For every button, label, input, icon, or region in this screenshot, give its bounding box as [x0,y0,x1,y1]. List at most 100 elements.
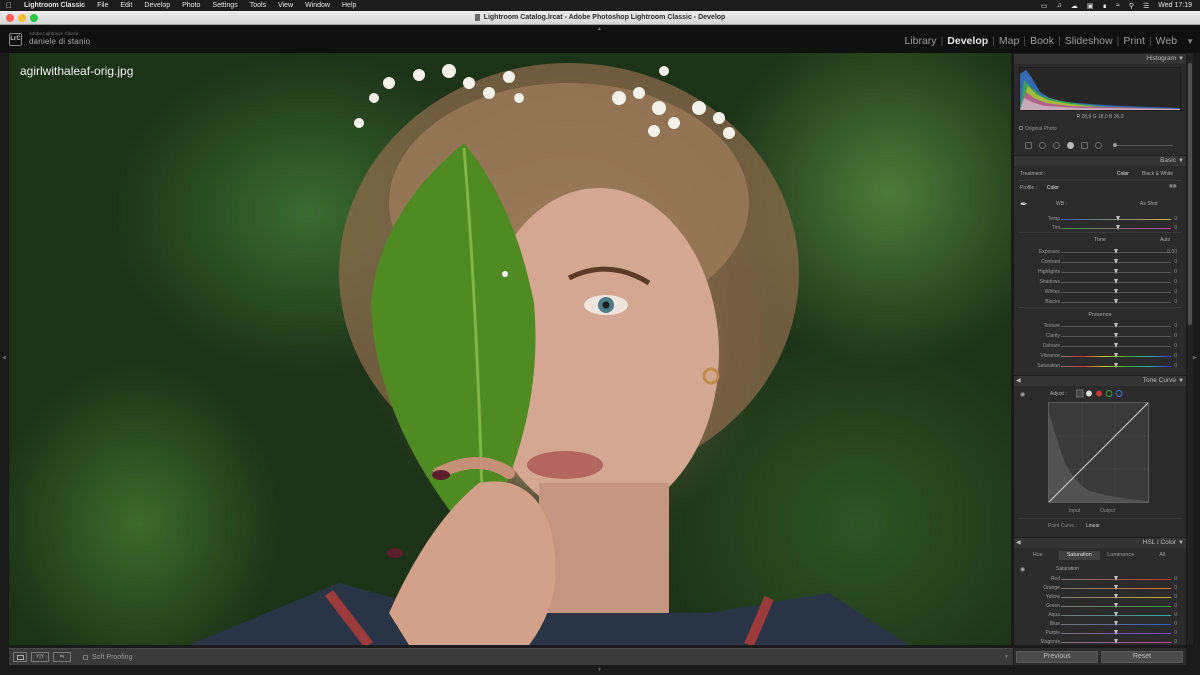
slider-knob[interactable] [1113,594,1118,599]
tone-curve-left-icon[interactable]: ◀ [1016,376,1021,386]
slider-value[interactable]: 0 [1174,343,1177,349]
slider-knob[interactable] [1113,249,1118,254]
toolbar-options-icon[interactable]: ▼ [1004,654,1009,660]
hsl-header[interactable]: ◀ HSL / Color ▼ [1014,537,1186,548]
slider-knob[interactable] [1115,225,1120,230]
slider-contrast[interactable]: Contrast 0 [1014,258,1186,266]
search-icon[interactable]: ⚲ [1129,2,1134,10]
module-library[interactable]: Library [901,35,939,47]
soft-proofing-checkbox[interactable] [83,654,88,660]
basic-header[interactable]: Basic ▼ [1014,155,1186,166]
slider-yellow[interactable]: Yellow 0 [1014,593,1186,601]
slider-value[interactable]: 0 [1174,621,1177,627]
slider-value[interactable]: 0 [1174,289,1177,295]
menu-help[interactable]: Help [336,2,362,9]
slider-knob[interactable] [1113,612,1118,617]
slider-value[interactable]: 0 [1174,639,1177,645]
wb-value[interactable]: As Shot [1140,201,1158,207]
left-panel-collapse-icon[interactable]: ◀ [2,355,6,361]
slider-blue[interactable]: Blue 0 [1014,620,1186,628]
slider-value[interactable]: 0 [1174,585,1177,591]
slider-knob[interactable] [1113,363,1118,368]
tone-curve-graph[interactable] [1048,402,1149,503]
slider-value[interactable]: 0 [1174,612,1177,618]
volume-icon[interactable]: ♫ [1057,2,1062,9]
slider-vibrance[interactable]: Vibrance 0 [1014,352,1186,360]
zoom-window-button[interactable] [30,14,38,22]
auto-tone-button[interactable]: Auto [1160,237,1170,243]
original-photo-toggle[interactable]: Original Photo [1019,126,1057,132]
slider-highlights[interactable]: Highlights 0 [1014,268,1186,276]
menu-file[interactable]: File [91,2,114,9]
slider-magenta[interactable]: Magenta 0 [1014,638,1186,645]
slider-dehaze[interactable]: Dehaze 0 [1014,342,1186,350]
photo-canvas[interactable]: agirlwithaleaf-orig.jpg [9,53,1011,645]
masking-icon[interactable] [1067,142,1074,149]
slider-value[interactable]: 0 [1174,363,1177,369]
slider-knob[interactable] [1115,216,1120,221]
slider-exposure[interactable]: Exposure 0.00 [1014,248,1186,256]
slider-knob[interactable] [1113,585,1118,590]
module-web[interactable]: Web [1153,35,1180,47]
module-develop[interactable]: Develop [944,35,991,47]
menu-settings[interactable]: Settings [206,2,243,9]
treatment-bw[interactable]: Black & White [1142,171,1173,177]
slider-aqua[interactable]: Aqua 0 [1014,611,1186,619]
point-curve-value[interactable]: Linear [1086,523,1100,529]
loupe-view-button[interactable] [13,652,27,662]
screen-share-icon[interactable]: ▭ [1041,2,1048,10]
curve-channel-selector[interactable] [1075,389,1126,400]
slider-knob[interactable] [1113,299,1118,304]
module-slideshow[interactable]: Slideshow [1062,35,1116,47]
slider-value[interactable]: 0 [1174,269,1177,275]
graduated-filter-icon[interactable] [1081,142,1088,149]
slider-knob[interactable] [1113,639,1118,644]
slider-knob[interactable] [1113,289,1118,294]
minimize-window-button[interactable] [18,14,26,22]
tool-amount-slider[interactable] [1113,143,1173,147]
histogram-graph[interactable] [1019,67,1181,111]
slider-knob[interactable] [1113,353,1118,358]
tone-curve-header[interactable]: ◀ Tone Curve ▼ [1014,375,1186,386]
slider-knob[interactable] [1113,603,1118,608]
slider-value[interactable]: 0 [1174,216,1177,222]
histogram-header[interactable]: Histogram ▼ [1014,53,1186,64]
slider-green[interactable]: Green 0 [1014,602,1186,610]
slider-knob[interactable] [1113,621,1118,626]
slider-value[interactable]: 0 [1174,603,1177,609]
slider-value[interactable]: 0 [1174,225,1177,231]
wb-eyedropper-icon[interactable]: ✒ [1020,199,1028,210]
slider-blacks[interactable]: Blacks 0 [1014,298,1186,306]
menu-develop[interactable]: Develop [138,2,176,9]
slider-value[interactable]: 0 [1174,259,1177,265]
control-center-icon[interactable]: ☰ [1143,2,1149,10]
menu-edit[interactable]: Edit [114,2,138,9]
slider-knob[interactable] [1113,323,1118,328]
slider-value[interactable]: 0 [1174,594,1177,600]
bluetooth-icon[interactable]: ∎ [1103,2,1107,10]
menu-tools[interactable]: Tools [244,2,272,9]
module-print[interactable]: Print [1120,35,1148,47]
scrollbar-thumb[interactable] [1188,63,1192,325]
slider-knob[interactable] [1113,279,1118,284]
slider-value[interactable]: 0 [1174,576,1177,582]
spot-removal-icon[interactable] [1039,142,1046,149]
hsl-tab-all[interactable]: All [1142,551,1184,560]
module-map[interactable]: Map [996,35,1022,47]
hsl-left-icon[interactable]: ◀ [1016,538,1021,548]
reset-button[interactable]: Reset [1101,651,1183,663]
apple-icon[interactable]:  [0,1,18,10]
slider-knob[interactable] [1113,630,1118,635]
module-picker-expand-icon[interactable]: ▼ [1186,37,1194,46]
slider-shadows[interactable]: Shadows 0 [1014,278,1186,286]
before-after-swap-button[interactable]: ⇆ [53,652,71,662]
slider-tint[interactable]: Tint 0 [1014,224,1186,232]
red-eye-icon[interactable] [1053,142,1060,149]
menu-window[interactable]: Window [299,2,336,9]
tone-curve-collapse-icon[interactable]: ▼ [1178,376,1184,386]
module-book[interactable]: Book [1027,35,1057,47]
slider-whites[interactable]: Whites 0 [1014,288,1186,296]
slider-clarity[interactable]: Clarity 0 [1014,332,1186,340]
slider-value[interactable]: 0 [1174,323,1177,329]
original-photo-checkbox[interactable] [1019,126,1023,130]
